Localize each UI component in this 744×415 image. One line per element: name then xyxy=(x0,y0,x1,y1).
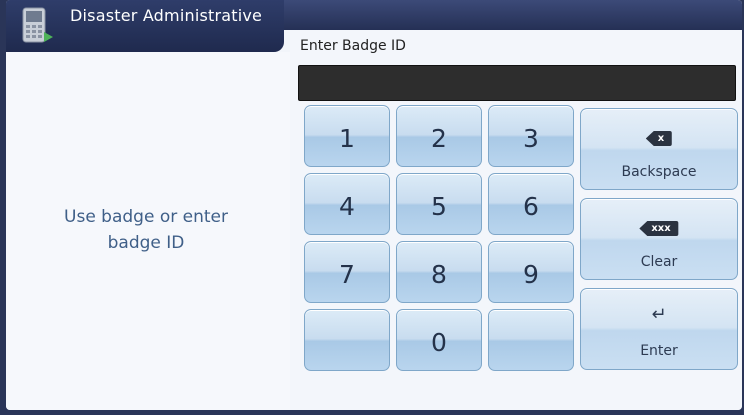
key-8[interactable]: 8 xyxy=(396,241,482,303)
backspace-button[interactable]: x Backspace xyxy=(580,108,738,190)
handheld-device-icon xyxy=(22,7,53,43)
backspace-label: Backspace xyxy=(621,164,697,180)
key-blank-left[interactable] xyxy=(304,309,390,371)
key-4[interactable]: 4 xyxy=(304,173,390,235)
key-5[interactable]: 5 xyxy=(396,173,482,235)
instruction-text: Use badge or enter badge ID xyxy=(26,204,266,256)
key-blank-right[interactable] xyxy=(488,309,574,371)
clear-label: Clear xyxy=(640,254,678,270)
instruction-line-1: Use badge or enter xyxy=(64,207,228,227)
app-title: Disaster Administrative xyxy=(70,6,263,25)
clear-icon: xxx xyxy=(639,221,679,236)
key-0[interactable]: 0 xyxy=(396,309,482,371)
backspace-icon: x xyxy=(645,131,673,146)
enter-button[interactable]: ↵ Enter xyxy=(580,288,738,370)
key-2[interactable]: 2 xyxy=(396,105,482,167)
key-9[interactable]: 9 xyxy=(488,241,574,303)
key-3[interactable]: 3 xyxy=(488,105,574,167)
enter-label: Enter xyxy=(640,343,678,359)
app-header-tab: Disaster Administrative xyxy=(6,0,284,52)
badge-id-input[interactable] xyxy=(298,65,736,101)
enter-icon: ↵ xyxy=(651,304,667,325)
kiosk-screen: Disaster Administrative Use badge or ent… xyxy=(6,0,742,410)
badge-id-label: Enter Badge ID xyxy=(300,38,406,54)
instruction-panel: Use badge or enter badge ID xyxy=(6,52,290,410)
keypad-panel: Enter Badge ID 1 2 3 4 5 6 7 8 9 0 x Bac… xyxy=(290,30,742,410)
instruction-line-2: badge ID xyxy=(107,233,185,253)
key-6[interactable]: 6 xyxy=(488,173,574,235)
key-7[interactable]: 7 xyxy=(304,241,390,303)
clear-button[interactable]: xxx Clear xyxy=(580,198,738,280)
key-1[interactable]: 1 xyxy=(304,105,390,167)
